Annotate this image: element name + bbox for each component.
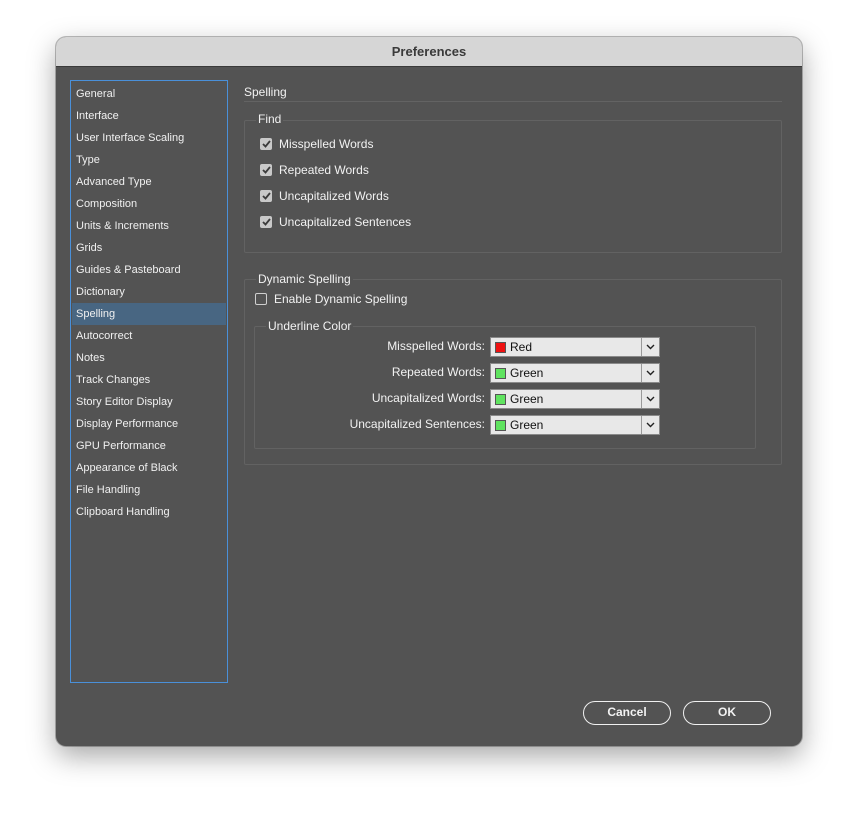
dynamic-spelling-group-label: Dynamic Spelling: [256, 272, 353, 286]
color-swatch: [495, 341, 506, 353]
misspelled-words-color-select[interactable]: Red: [490, 337, 660, 357]
sidebar-item-general[interactable]: General: [72, 83, 226, 105]
chevron-down-icon[interactable]: [641, 390, 659, 408]
sidebar-item-type[interactable]: Type: [72, 149, 226, 171]
sidebar-item-advanced-type[interactable]: Advanced Type: [72, 171, 226, 193]
uncapitalized-words-color-row: Uncapitalized Words: Green: [256, 389, 661, 409]
enable-dynamic-spelling-checkbox[interactable]: [255, 293, 267, 305]
find-group-label: Find: [256, 112, 284, 126]
misspelled-words-label: Misspelled Words: [279, 137, 374, 151]
sidebar-item-appearance-of-black[interactable]: Appearance of Black: [72, 457, 226, 479]
checkmark-icon: [261, 140, 271, 148]
uncapitalized-sentences-color-select[interactable]: Green: [490, 415, 660, 435]
window-title: Preferences: [56, 37, 802, 67]
chevron-down-icon[interactable]: [641, 364, 659, 382]
sidebar-item-gpu-performance[interactable]: GPU Performance: [72, 435, 226, 457]
sidebar-item-file-handling[interactable]: File Handling: [72, 479, 226, 501]
sidebar-item-story-editor-display[interactable]: Story Editor Display: [72, 391, 226, 413]
uncapitalized-words-color-label: Uncapitalized Words:: [371, 391, 485, 405]
sidebar-item-interface[interactable]: Interface: [72, 105, 226, 127]
uncapitalized-words-checkbox[interactable]: [260, 190, 272, 202]
sidebar-item-user-interface-scaling[interactable]: User Interface Scaling: [72, 127, 226, 149]
repeated-words-color-select[interactable]: Green: [490, 363, 660, 383]
find-uncapitalized-sentences-option[interactable]: Uncapitalized Sentences: [260, 213, 411, 231]
sidebar-item-display-performance[interactable]: Display Performance: [72, 413, 226, 435]
repeated-words-checkbox[interactable]: [260, 164, 272, 176]
sidebar-item-grids[interactable]: Grids: [72, 237, 226, 259]
ok-button[interactable]: OK: [683, 701, 771, 725]
chevron-down-icon[interactable]: [641, 416, 659, 434]
checkmark-icon: [261, 192, 271, 200]
enable-dynamic-spelling-option[interactable]: Enable Dynamic Spelling: [255, 290, 407, 308]
misspelled-words-color-row: Misspelled Words: Red: [256, 337, 661, 357]
enable-dynamic-spelling-label: Enable Dynamic Spelling: [274, 292, 408, 306]
color-swatch: [495, 393, 506, 405]
chevron-down-icon[interactable]: [641, 338, 659, 356]
pane-title-divider: [244, 101, 782, 102]
uncapitalized-sentences-color-row: Uncapitalized Sentences: Green: [256, 415, 661, 435]
sidebar-item-clipboard-handling[interactable]: Clipboard Handling: [72, 501, 226, 523]
sidebar-item-composition[interactable]: Composition: [72, 193, 226, 215]
sidebar-item-autocorrect[interactable]: Autocorrect: [72, 325, 226, 347]
checkmark-icon: [261, 166, 271, 174]
sidebar-item-notes[interactable]: Notes: [72, 347, 226, 369]
select-value: Green: [510, 418, 544, 432]
underline-color-group-label: Underline Color: [266, 319, 354, 333]
sidebar-item-track-changes[interactable]: Track Changes: [72, 369, 226, 391]
color-swatch: [495, 367, 506, 379]
select-value: Red: [510, 340, 533, 354]
misspelled-words-color-label: Misspelled Words:: [387, 339, 485, 353]
sidebar-item-units-increments[interactable]: Units & Increments: [72, 215, 226, 237]
preferences-sidebar: General Interface User Interface Scaling…: [70, 80, 228, 683]
uncapitalized-words-label: Uncapitalized Words: [279, 189, 389, 203]
select-value: Green: [510, 392, 544, 406]
repeated-words-color-label: Repeated Words:: [391, 365, 485, 379]
find-repeated-words-option[interactable]: Repeated Words: [260, 161, 369, 179]
uncapitalized-sentences-label: Uncapitalized Sentences: [279, 215, 412, 229]
misspelled-words-checkbox[interactable]: [260, 138, 272, 150]
uncapitalized-words-color-select[interactable]: Green: [490, 389, 660, 409]
sidebar-item-spelling[interactable]: Spelling: [72, 303, 226, 325]
sidebar-item-guides-pasteboard[interactable]: Guides & Pasteboard: [72, 259, 226, 281]
checkmark-icon: [261, 218, 271, 226]
find-misspelled-words-option[interactable]: Misspelled Words: [260, 135, 373, 153]
sidebar-item-dictionary[interactable]: Dictionary: [72, 281, 226, 303]
uncapitalized-sentences-color-label: Uncapitalized Sentences:: [349, 417, 485, 431]
pane-title: Spelling: [244, 85, 287, 99]
uncapitalized-sentences-checkbox[interactable]: [260, 216, 272, 228]
cancel-button[interactable]: Cancel: [583, 701, 671, 725]
preferences-window: Preferences General Interface User Inter…: [56, 37, 802, 746]
color-swatch: [495, 419, 506, 431]
repeated-words-label: Repeated Words: [279, 163, 369, 177]
find-uncapitalized-words-option[interactable]: Uncapitalized Words: [260, 187, 389, 205]
repeated-words-color-row: Repeated Words: Green: [256, 363, 661, 383]
select-value: Green: [510, 366, 544, 380]
